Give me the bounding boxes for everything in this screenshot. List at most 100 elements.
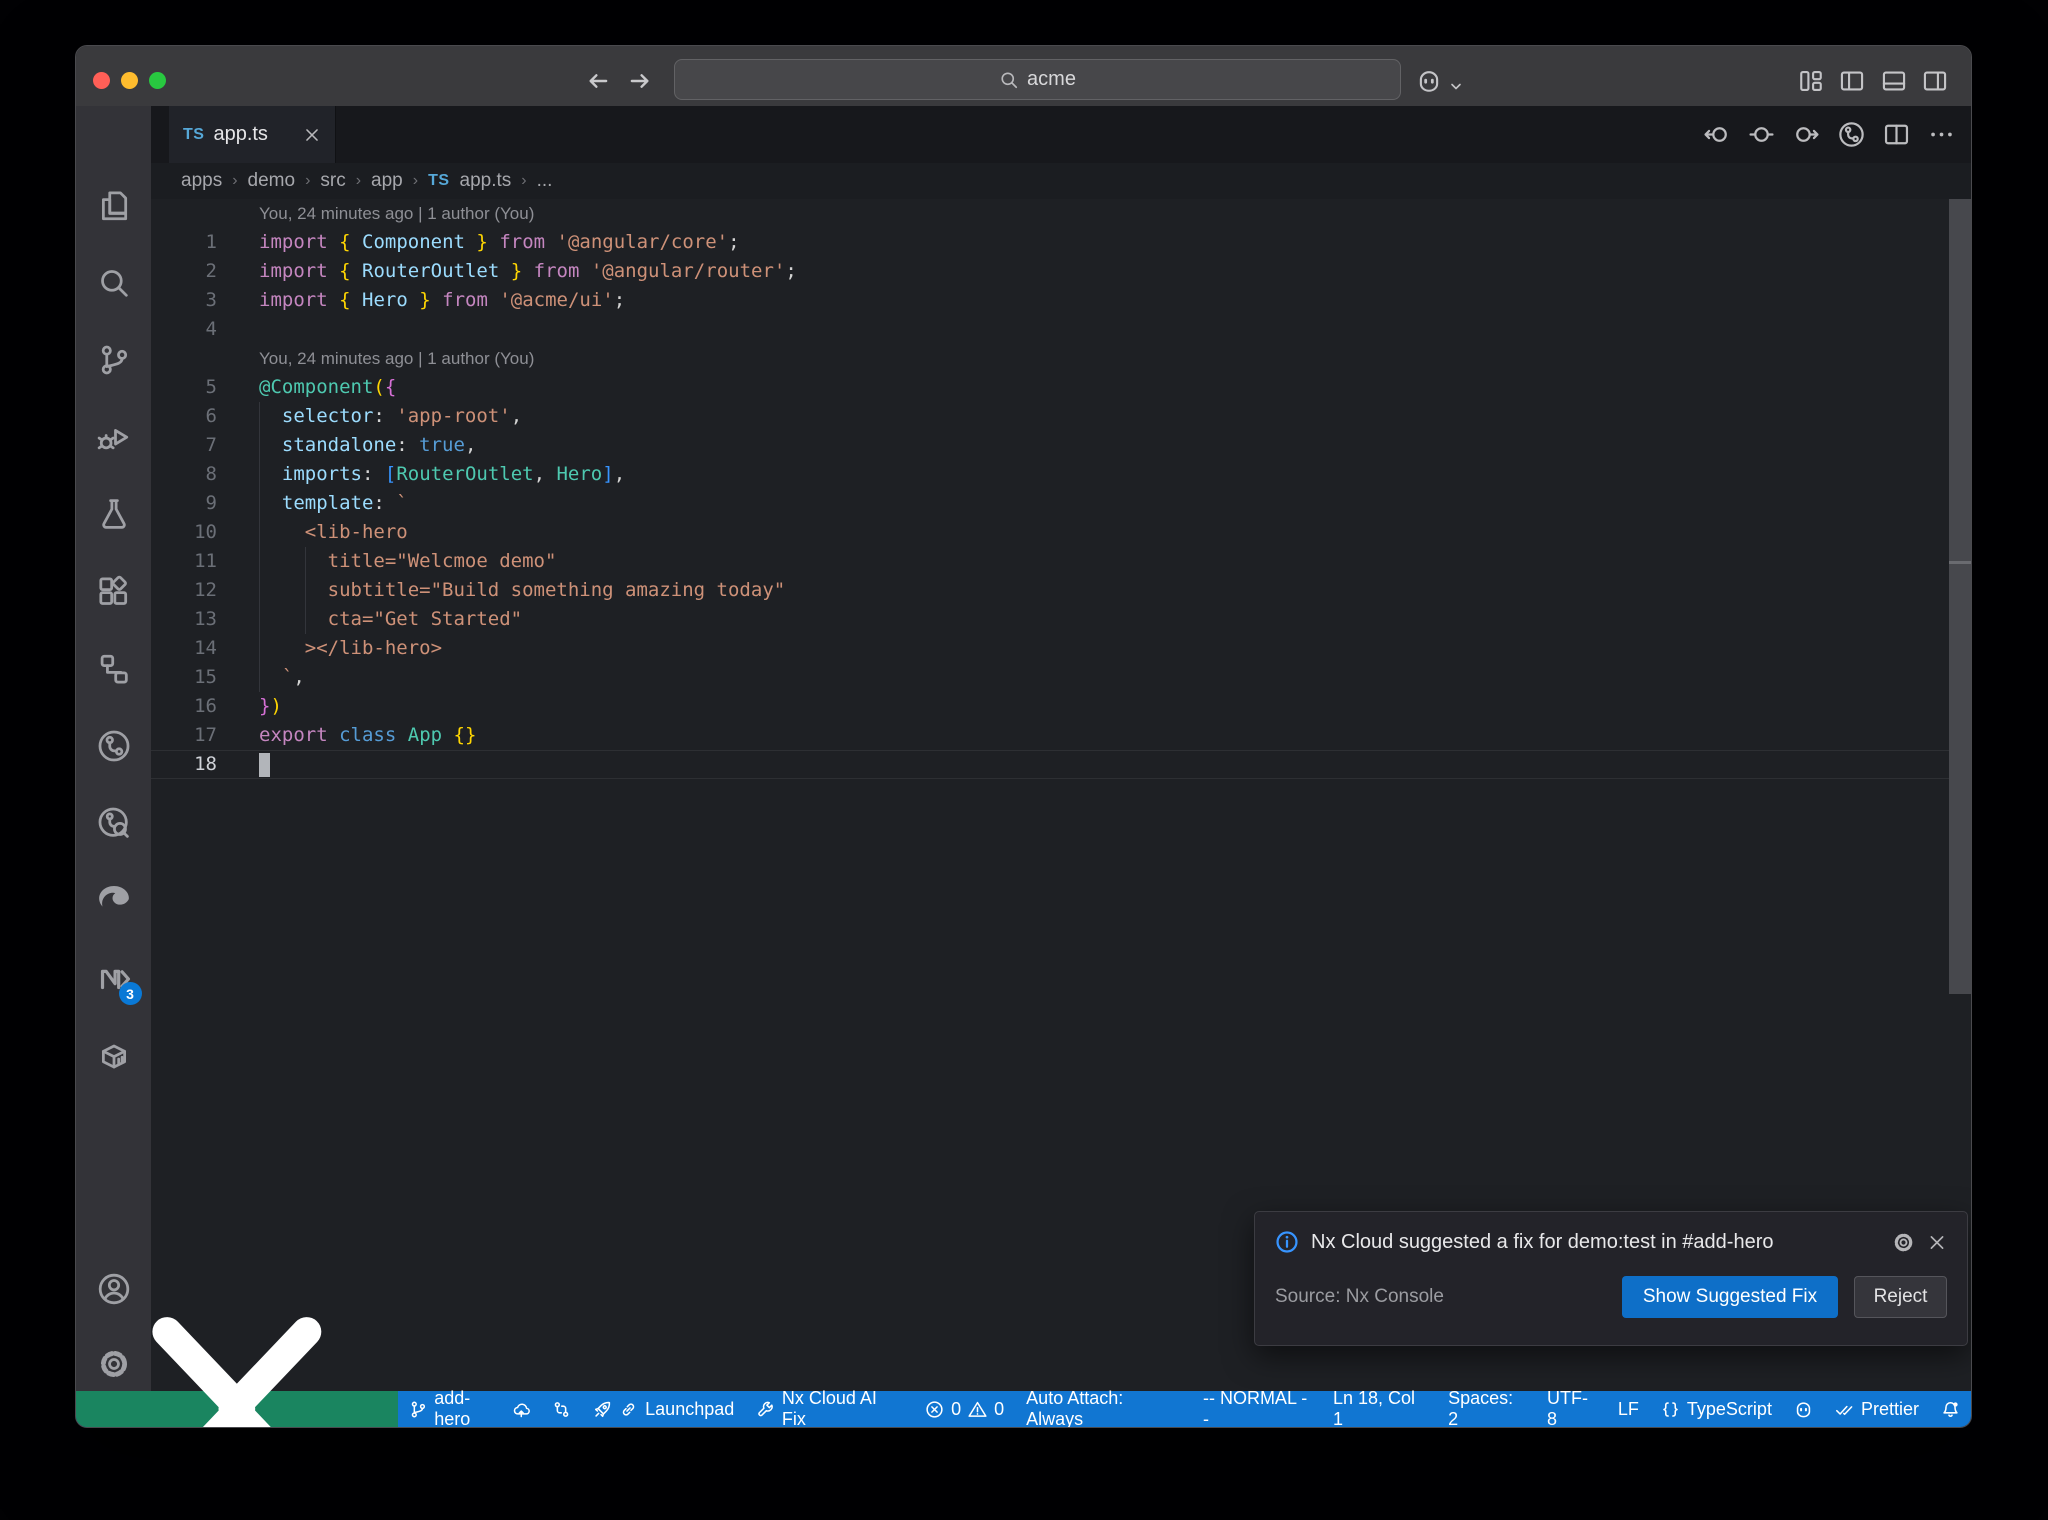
status-bar: add-hero Launchpad Nx Cloud AI Fix 0 0 Auto A… (76, 1317, 1971, 1428)
status-item-cursor-position[interactable]: Ln 18, Col 1 (1322, 1388, 1437, 1427)
close-tab-icon[interactable] (303, 126, 321, 144)
activity-bar-item-edge-tools[interactable] (94, 880, 134, 920)
status-item-notifications[interactable] (1930, 1391, 1971, 1427)
code-line-8[interactable]: 8 imports: [RouterOutlet, Hero], (151, 460, 1949, 489)
activity-bar-item-nx-console[interactable]: 3 (94, 959, 142, 1005)
toggle-secondary-sidebar-icon[interactable] (1922, 68, 1948, 94)
activity-bar-item-search[interactable] (94, 263, 134, 303)
status-item-encoding[interactable]: UTF-8 (1536, 1388, 1607, 1427)
breadcrumb-item-symbol[interactable]: ... (537, 170, 553, 192)
status-label: TypeScript (1686, 1398, 1772, 1419)
navigate-forward-icon[interactable] (627, 68, 653, 94)
status-item-indentation[interactable]: Spaces: 2 (1437, 1388, 1536, 1427)
code-line-11[interactable]: 11 title="Welcmoe demo" (151, 547, 1949, 576)
source-control-icon (97, 343, 131, 377)
activity-bar-item-run-debug[interactable] (94, 417, 134, 457)
line-number: 17 (194, 724, 217, 746)
zoom-window-button[interactable] (149, 71, 166, 89)
status-item-launchpad[interactable]: Launchpad (582, 1391, 745, 1427)
status-label: add-hero (434, 1388, 471, 1428)
breadcrumb-item-apps[interactable]: apps (181, 170, 222, 192)
scrollbar-thumb[interactable] (1949, 199, 1971, 994)
breadcrumb-separator: › (412, 172, 419, 189)
notification-title: Nx Cloud suggested a fix for demo:test i… (1311, 1230, 1774, 1253)
copilot-menu-icon[interactable] (1416, 68, 1442, 94)
code-line-2[interactable]: 2 import { RouterOutlet } from '@angular/… (151, 257, 1949, 286)
activity-bar-item-extensions[interactable] (94, 572, 134, 612)
show-suggested-fix-button[interactable]: Show Suggested Fix (1622, 1276, 1838, 1318)
breadcrumb-item-app[interactable]: app (371, 170, 403, 192)
status-item-git-compare[interactable] (541, 1391, 582, 1427)
status-item-formatter[interactable]: Prettier (1824, 1391, 1930, 1427)
nav-forward-icon[interactable] (1793, 121, 1820, 148)
code-text: export class App {} (259, 724, 477, 746)
chevron-down-icon[interactable] (1448, 73, 1464, 99)
status-item-remote[interactable] (76, 1317, 398, 1427)
line-number: 18 (194, 753, 217, 775)
plug-icon (619, 1400, 638, 1419)
status-label: 0 (994, 1398, 1005, 1419)
nav-back-icon[interactable] (1703, 121, 1730, 148)
activity-bar-item-testing[interactable] (94, 494, 134, 534)
code-line-10[interactable]: 10 <lib-hero (151, 518, 1949, 547)
status-label: Nx Cloud AI Fix (781, 1388, 877, 1428)
status-item-language[interactable]: TypeScript (1650, 1391, 1783, 1427)
code-text: }) (259, 695, 282, 717)
code-line-12[interactable]: 12 subtitle="Build something amazing tod… (151, 576, 1949, 605)
toggle-panel-icon[interactable] (1881, 68, 1907, 94)
status-item-copilot[interactable] (1783, 1391, 1824, 1427)
tab-label: app.ts (213, 123, 268, 145)
code-line-1[interactable]: 1 import { Component } from '@angular/cor… (151, 228, 1949, 257)
code-line-15[interactable]: 15 `, (151, 663, 1949, 692)
tab-app-ts[interactable]: TS app.ts (169, 106, 336, 163)
gitlens-graph-icon[interactable] (1838, 121, 1865, 148)
customize-layout-icon[interactable] (1798, 68, 1824, 94)
code-line-17[interactable]: 17 export class App {} (151, 721, 1949, 750)
activity-bar-item-source-control[interactable] (94, 340, 134, 380)
line-number: 11 (194, 550, 217, 572)
code-line-9[interactable]: 9 template: ` (151, 489, 1949, 518)
activity-bar-item-explorer[interactable] (94, 186, 134, 226)
code-line-16[interactable]: 16}) (151, 692, 1949, 721)
status-item-vim-mode[interactable]: -- NORMAL -- (1192, 1388, 1322, 1428)
activity-bar-item-gitlens-inspect[interactable] (94, 803, 134, 843)
git-branch-icon (409, 1400, 428, 1419)
status-item-eol[interactable]: LF (1607, 1391, 1650, 1427)
code-line-14[interactable]: 14 ></lib-hero> (151, 634, 1949, 663)
code-line-7[interactable]: 7 standalone: true, (151, 431, 1949, 460)
breadcrumb-item-file[interactable]: app.ts (460, 170, 512, 192)
code-line-3[interactable]: 3 import { Hero } from '@acme/ui'; (151, 286, 1949, 315)
code-line-13[interactable]: 13 cta="Get Started" (151, 605, 1949, 634)
toggle-primary-sidebar-icon[interactable] (1839, 68, 1865, 94)
navigate-back-icon[interactable] (585, 68, 611, 94)
reject-button[interactable]: Reject (1854, 1276, 1947, 1318)
code-text: template: ` (281, 492, 408, 514)
breadcrumb-item-demo[interactable]: demo (248, 170, 296, 192)
status-item-nx-cloud-ai-fix[interactable]: Nx Cloud AI Fix (745, 1388, 914, 1428)
activity-bar-item-project-graph[interactable] (94, 649, 134, 689)
line-number: 5 (205, 376, 217, 398)
project-graph-icon (97, 652, 131, 686)
minimize-window-button[interactable] (121, 71, 138, 89)
activity-bar-item-containers[interactable] (94, 1036, 134, 1076)
line-number: 13 (194, 608, 217, 630)
code-line-6[interactable]: 6 selector: 'app-root', (151, 402, 1949, 431)
activity-bar-item-gitlens[interactable] (94, 726, 134, 766)
code-line-18[interactable]: 18 (151, 750, 1949, 779)
status-item-auto-attach[interactable]: Auto Attach: Always (1015, 1388, 1192, 1427)
split-editor-icon[interactable] (1883, 121, 1910, 148)
code-line-5[interactable]: 5 @Component({ (151, 373, 1949, 402)
code-line-4[interactable]: 4 (151, 315, 1949, 344)
status-label: -- NORMAL -- (1202, 1388, 1308, 1428)
nav-dot-icon[interactable] (1748, 121, 1775, 148)
notification-settings-icon[interactable] (1892, 1231, 1915, 1254)
status-item-problems[interactable]: 00 (914, 1391, 1015, 1427)
files-icon (97, 189, 131, 223)
notification-close-icon[interactable] (1927, 1231, 1947, 1254)
more-actions-icon[interactable] (1928, 121, 1955, 148)
command-center-search[interactable]: acme (674, 59, 1401, 100)
cloud-upload-icon (512, 1400, 531, 1419)
breadcrumb-item-src[interactable]: src (320, 170, 345, 192)
close-window-button[interactable] (93, 71, 110, 89)
status-item-branch[interactable]: add-hero (398, 1388, 541, 1428)
